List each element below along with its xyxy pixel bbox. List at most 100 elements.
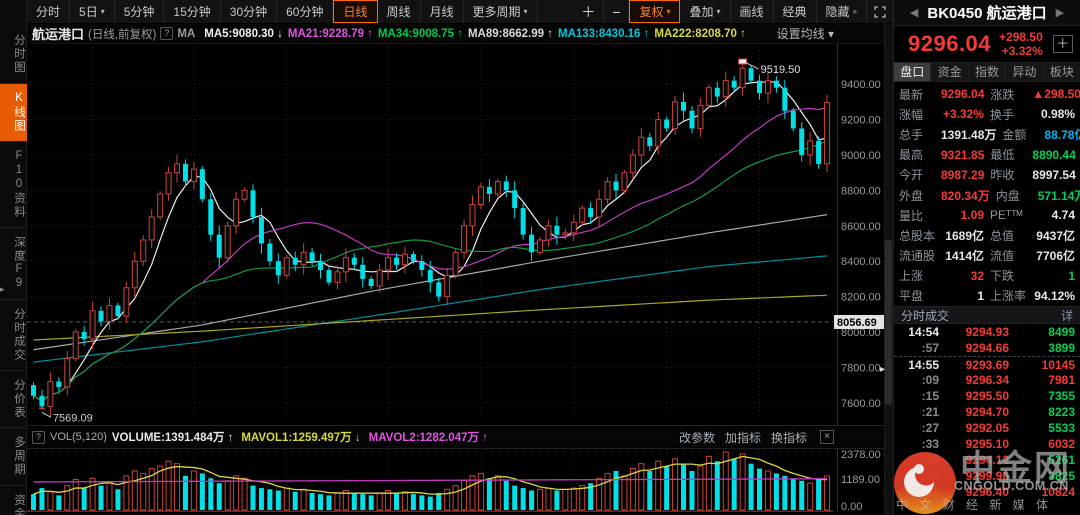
tick-price: 9295.10 [965,437,1009,452]
tool-button-叠加[interactable]: 叠加 ▾ [680,0,731,23]
next-stock-icon[interactable]: ▶ [1056,6,1064,19]
sidebar-collapse-handle[interactable]: ▸ [0,284,5,295]
field-value: +3.32% [942,107,984,122]
panel-tab-盘口[interactable]: 盘口 [894,63,932,81]
panel-tab-资金[interactable]: 资金 [931,63,969,81]
quote-row: 总手 1391.48万金额 88.78亿 [894,124,1080,144]
tick-time: :21 [921,405,939,420]
svg-text:8056.69: 8056.69 [837,317,877,329]
tick-row: 14:55 9293.69 10145 [894,356,1080,372]
svg-text:7800.00: 7800.00 [841,362,881,374]
tick-volume: 5261 [1048,453,1075,468]
svg-text:7600.00: 7600.00 [841,398,881,410]
field-value: 8890.44 [1032,147,1076,162]
field-value: 9296.04 [941,87,985,102]
chart-title: 航运港口 [32,27,85,42]
tick-list-title: 分时成交 [901,308,950,323]
sidebar-item-分时成交[interactable]: 分时成交 [0,300,27,371]
tool-button-画线[interactable]: 画线 [730,0,774,23]
panel-tab-异动[interactable]: 异动 [1006,63,1044,81]
tick-list-detail-link[interactable]: 详 [1061,307,1073,324]
field-label: 总股本 [899,228,936,243]
sidebar-item-资金[interactable]: 资金 [0,486,27,515]
period-button-30分钟[interactable]: 30分钟 [220,0,278,23]
field-value: 1414亿 [945,249,984,264]
tool-button-经典[interactable]: 经典 [773,0,817,23]
panel-expand-handle[interactable]: ▸ [880,364,885,375]
volume-value: MAVOL2:1282.047万 ↑ [368,432,488,444]
stock-symbol: BK0450 [927,5,983,22]
field-label: 今开 [899,168,924,183]
volume-chart[interactable]: 2378.00 1189.00 0.00 [27,448,884,512]
ma-value: MA133:8430.16 ↑ [557,27,650,40]
change-value: +298.50 [999,30,1043,44]
tool-button-隐藏[interactable]: 隐藏» [816,0,867,23]
help-icon[interactable]: ? [32,430,45,444]
tool-button-复权[interactable]: 复权 ▾ [629,0,681,23]
tick-time: :33 [921,437,939,452]
zoom-in-button[interactable]: ＋ [573,0,605,23]
quote-row: 今开 8987.29 昨收 8997.54 [894,165,1080,185]
prev-stock-icon[interactable]: ◀ [910,6,918,19]
fullscreen-icon [874,5,886,18]
period-button-周线[interactable]: 周线 [377,0,421,23]
pane-divider [27,425,884,426]
indicator-action-换指标[interactable]: 换指标 [771,429,807,446]
tick-row: :57 9294.66 3899 [894,340,1080,356]
field-label: 最低 [990,148,1015,163]
scrollbar-thumb[interactable] [885,240,892,405]
period-button-60分钟[interactable]: 60分钟 [277,0,334,23]
tool-button-group: ＋ − 复权 ▾ 叠加 ▾ 画线 经典 隐藏» [573,0,867,23]
sidebar-item-K线图[interactable]: K线图 [0,83,27,142]
period-button-5分钟[interactable]: 5分钟 [114,0,165,23]
quote-row: 上涨 32 下跌 1 [894,266,1080,286]
period-button-日线[interactable]: 日线 [333,0,378,23]
indicator-action-改参数[interactable]: 改参数 [679,429,715,446]
help-icon[interactable]: ? [160,27,174,40]
tick-row: :21 9294.70 8223 [894,404,1080,420]
ma-settings-button[interactable]: 设置均线 ▾ [777,25,834,42]
sidebar-item-多周期[interactable]: 多周期 [0,428,27,486]
field-value: 8987.29 [941,167,985,182]
tick-row: :27 9292.05 5533 [894,420,1080,436]
field-label: 涨幅 [899,107,924,122]
zoom-out-button[interactable]: − [604,0,630,23]
period-button-15分钟[interactable]: 15分钟 [164,0,221,23]
panel-tab-板块[interactable]: 板块 [1043,63,1080,81]
field-label: 昨收 [990,168,1015,183]
field-label: 总值 [990,228,1015,243]
sidebar-item-分时图[interactable]: 分时图 [0,26,27,84]
field-value: 9437亿 [1036,228,1075,243]
caret-down-icon: ▾ [523,7,528,16]
period-button-5日[interactable]: 5日 ▾ [70,0,115,23]
tick-price: 9294.12 [965,453,1009,468]
indicator-action-加指标[interactable]: 加指标 [725,429,761,446]
quote-fields: 最新 9296.04 涨跌 ▲298.50 涨幅 +3.32% 换手 0.98% 总手 1391.… [894,82,1080,306]
field-value: 7706亿 [1036,249,1075,264]
sidebar-item-F10资料[interactable]: F10资料 [0,142,27,228]
stock-name: 航运港口 [986,5,1047,22]
period-button-月线[interactable]: 月线 [420,0,464,23]
field-value: 0.98% [1040,107,1075,122]
close-indicator-icon[interactable]: × [820,430,834,444]
period-button-更多周期[interactable]: 更多周期 ▾ [463,0,538,23]
field-value: 1391.48万 [941,127,997,142]
add-to-watchlist-button[interactable]: ＋ [1052,35,1073,53]
field-value: 94.12% [1034,288,1075,303]
ma-label: MA [177,27,196,40]
field-label: 流通股 [899,249,936,264]
sidebar-item-分价表[interactable]: 分价表 [0,371,27,428]
volume-value: MAVOL1:1259.497万 ↓ [241,432,361,444]
panel-tab-指数[interactable]: 指数 [968,63,1007,81]
field-value: 1 [977,288,984,303]
tick-volume: 8499 [1048,325,1075,340]
period-button-分时[interactable]: 分时 [27,0,71,23]
fullscreen-button[interactable] [867,0,893,23]
tick-volume: 7981 [1048,373,1075,388]
ma-values: MA5:9080.30 ↓ MA21:9228.79 ↑ MA34:9008.75 … [199,28,746,40]
field-label: 换手 [990,107,1015,122]
field-label: 涨跌 [990,87,1015,102]
candlestick-chart[interactable]: 7600.007800.008000.008200.008400.008600.… [27,44,884,425]
field-value: 9321.85 [941,147,985,162]
tick-price: 9292.05 [965,421,1009,436]
